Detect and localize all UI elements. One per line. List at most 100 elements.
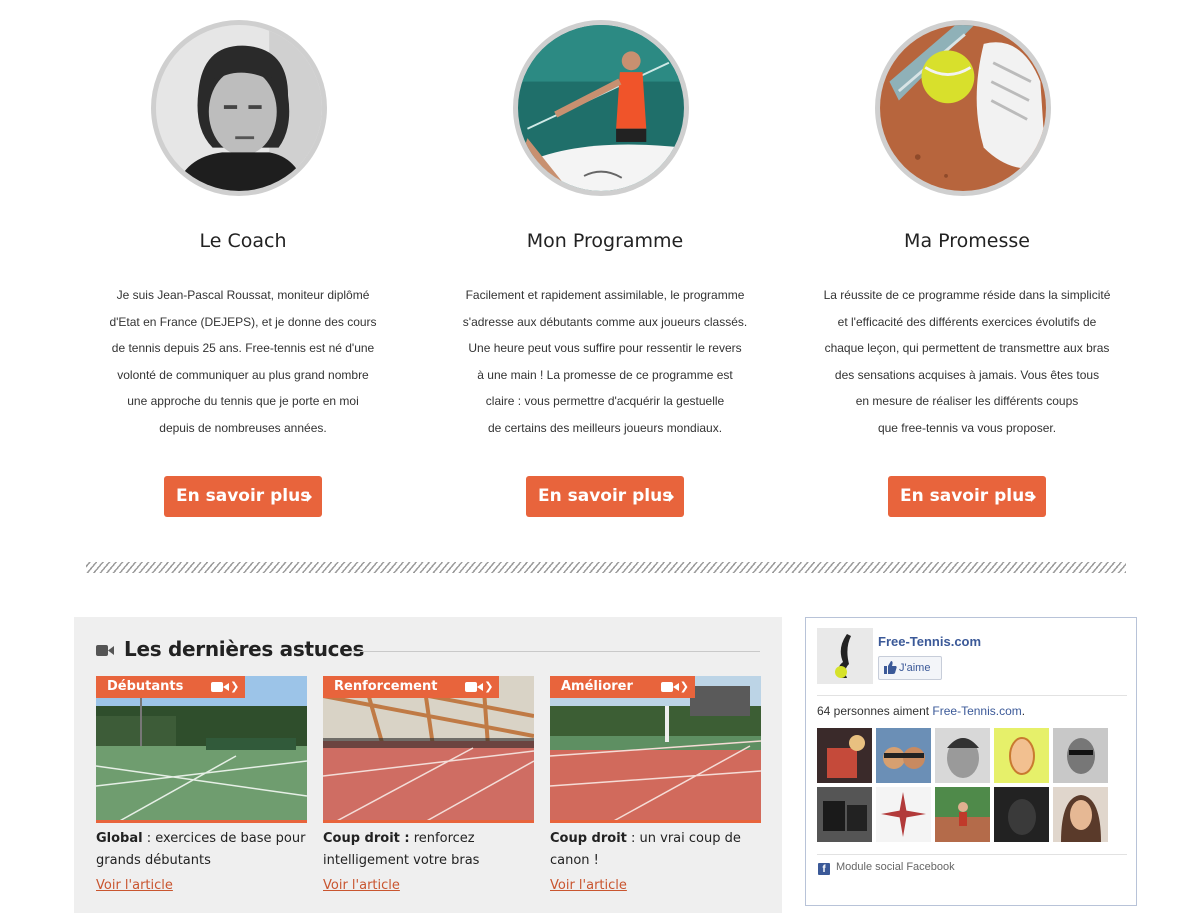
desc-line: La réussite de ce programme réside dans … xyxy=(823,288,1111,302)
chevron-right-icon: ❯ xyxy=(230,680,240,693)
footer-label: Module social Facebook xyxy=(836,861,955,873)
category-tag: Débutants ❯ xyxy=(96,676,246,698)
tip-text: : un vrai coup de xyxy=(626,831,741,846)
latest-tips-panel: Les dernières astuces Débutants ❯ Global… xyxy=(74,617,782,913)
fan-avatar[interactable] xyxy=(817,728,872,783)
desc-line: Une heure peut vous suffire pour ressent… xyxy=(468,341,742,355)
feature-title: Mon Programme xyxy=(526,230,684,252)
arrow-right-icon xyxy=(1031,492,1036,502)
page-logo[interactable] xyxy=(817,628,873,684)
fan-avatar[interactable] xyxy=(994,728,1049,783)
button-label: En savoir plus xyxy=(900,486,1035,506)
chevron-right-icon: ❯ xyxy=(484,680,494,693)
en-savoir-plus-button[interactable]: En savoir plus xyxy=(164,476,322,517)
tag-label: Débutants xyxy=(107,679,184,694)
programme-image xyxy=(513,20,689,196)
count-suffix: . xyxy=(1021,704,1026,718)
voir-article-link[interactable]: Voir l'article xyxy=(550,878,627,893)
feature-title: Le Coach xyxy=(199,230,287,252)
count-text: 64 personnes aiment xyxy=(817,704,933,718)
thumbs-up-icon xyxy=(884,661,897,674)
desc-line: Facilement et rapidement assimilable, le… xyxy=(465,288,745,302)
video-camera-icon xyxy=(465,682,484,692)
facebook-footer: f Module social Facebook xyxy=(818,861,955,875)
accent-line xyxy=(323,820,534,823)
desc-line: volonté de communiquer au plus grand nom… xyxy=(117,367,369,382)
accent-line xyxy=(96,820,307,823)
coach-portrait-image xyxy=(151,20,327,196)
desc-line: depuis de nombreuses années. xyxy=(159,420,327,435)
fan-avatar[interactable] xyxy=(935,728,990,783)
facebook-like-box: Free-Tennis.com J'aime 64 personnes aime… xyxy=(805,617,1137,906)
chevron-right-icon: ❯ xyxy=(679,680,689,693)
tip-title: Global xyxy=(96,831,143,846)
tag-label: Renforcement xyxy=(334,679,438,694)
button-label: En savoir plus xyxy=(538,486,673,506)
desc-line: claire : vous permettre d'acquérir la ge… xyxy=(485,394,725,408)
tip-text: renforcez xyxy=(409,831,475,846)
desc-line: à une main ! La promesse de ce programme… xyxy=(477,367,733,382)
tip-thumbnail[interactable] xyxy=(96,676,307,823)
desc-line: s'adresse aux débutants comme aux joueur… xyxy=(462,314,748,329)
video-camera-icon xyxy=(96,645,114,656)
desc-line: des sensations acquises à jamais. Vous ê… xyxy=(834,367,1100,382)
fan-avatar[interactable] xyxy=(876,728,931,783)
en-savoir-plus-button[interactable]: En savoir plus xyxy=(888,476,1046,517)
tip-title: Coup droit xyxy=(550,831,627,846)
arrow-right-icon xyxy=(307,492,312,502)
button-label: En savoir plus xyxy=(176,486,311,506)
desc-line: en mesure de réaliser les différents cou… xyxy=(855,394,1079,408)
voir-article-link[interactable]: Voir l'article xyxy=(323,878,400,893)
tennis-ball-shoe-image xyxy=(875,20,1051,196)
fan-avatar[interactable] xyxy=(876,787,931,842)
tag-label: Améliorer xyxy=(561,679,633,694)
arrow-right-icon xyxy=(669,492,674,502)
feature-title: Ma Promesse xyxy=(904,230,1030,252)
tip-description: Global : exercices de base pour grands d… xyxy=(96,828,311,872)
hatched-divider xyxy=(86,562,1126,573)
facebook-icon: f xyxy=(818,863,830,875)
video-camera-icon xyxy=(660,682,679,692)
fan-avatar[interactable] xyxy=(1053,787,1108,842)
tip-thumbnail[interactable] xyxy=(550,676,761,823)
desc-line: et l'efficacité des différents exercices… xyxy=(837,314,1097,329)
fan-avatar[interactable] xyxy=(817,787,872,842)
fan-avatar[interactable] xyxy=(1053,728,1108,783)
like-button[interactable]: J'aime xyxy=(878,656,942,680)
voir-article-link[interactable]: Voir l'article xyxy=(96,878,173,893)
en-savoir-plus-button[interactable]: En savoir plus xyxy=(526,476,684,517)
tip-text: intelligement votre bras xyxy=(323,853,480,868)
category-tag: Améliorer ❯ xyxy=(550,676,695,698)
divider xyxy=(817,695,1127,696)
desc-line: une approche du tennis que je porte en m… xyxy=(127,394,359,408)
features-section: Le Coach Je suis Jean-Pascal Roussat, mo… xyxy=(0,0,1200,560)
feature-description: Je suis Jean-Pascal Roussat, moniteur di… xyxy=(63,284,423,443)
tip-description: Coup droit : renforcez intelligement vot… xyxy=(323,828,538,872)
likes-count: 64 personnes aiment Free-Tennis.com. xyxy=(817,704,1025,718)
desc-line: que free-tennis va vous proposer. xyxy=(877,420,1057,435)
feature-description: La réussite de ce programme réside dans … xyxy=(787,284,1147,443)
tip-description: Coup droit : un vrai coup de canon ! xyxy=(550,828,765,872)
desc-line: chaque leçon, qui permettent de transmet… xyxy=(824,341,1110,355)
divider xyxy=(817,854,1127,855)
fan-avatar[interactable] xyxy=(935,787,990,842)
desc-line: de certains des meilleurs joueurs mondia… xyxy=(487,420,723,435)
page-link[interactable]: Free-Tennis.com xyxy=(932,704,1021,718)
tip-text: grands débutants xyxy=(96,853,211,868)
tip-thumbnail[interactable] xyxy=(323,676,534,823)
tip-text: : exercices de base pour xyxy=(142,831,306,846)
accent-line xyxy=(550,820,761,823)
tip-text: canon ! xyxy=(550,853,599,868)
tips-title: Les dernières astuces xyxy=(124,637,365,661)
title-rule xyxy=(344,651,760,652)
feature-description: Facilement et rapidement assimilable, le… xyxy=(425,284,785,443)
like-label: J'aime xyxy=(899,662,931,674)
page-name-link[interactable]: Free-Tennis.com xyxy=(878,634,981,649)
desc-line: Je suis Jean-Pascal Roussat, moniteur di… xyxy=(116,288,370,302)
video-camera-icon xyxy=(211,682,230,692)
tip-title: Coup droit : xyxy=(323,831,410,846)
desc-line: de tennis depuis 25 ans. Free-tennis est… xyxy=(111,341,375,355)
category-tag: Renforcement ❯ xyxy=(323,676,500,698)
desc-line: d'Etat en France (DEJEPS), et je donne d… xyxy=(109,314,377,329)
fan-avatar[interactable] xyxy=(994,787,1049,842)
